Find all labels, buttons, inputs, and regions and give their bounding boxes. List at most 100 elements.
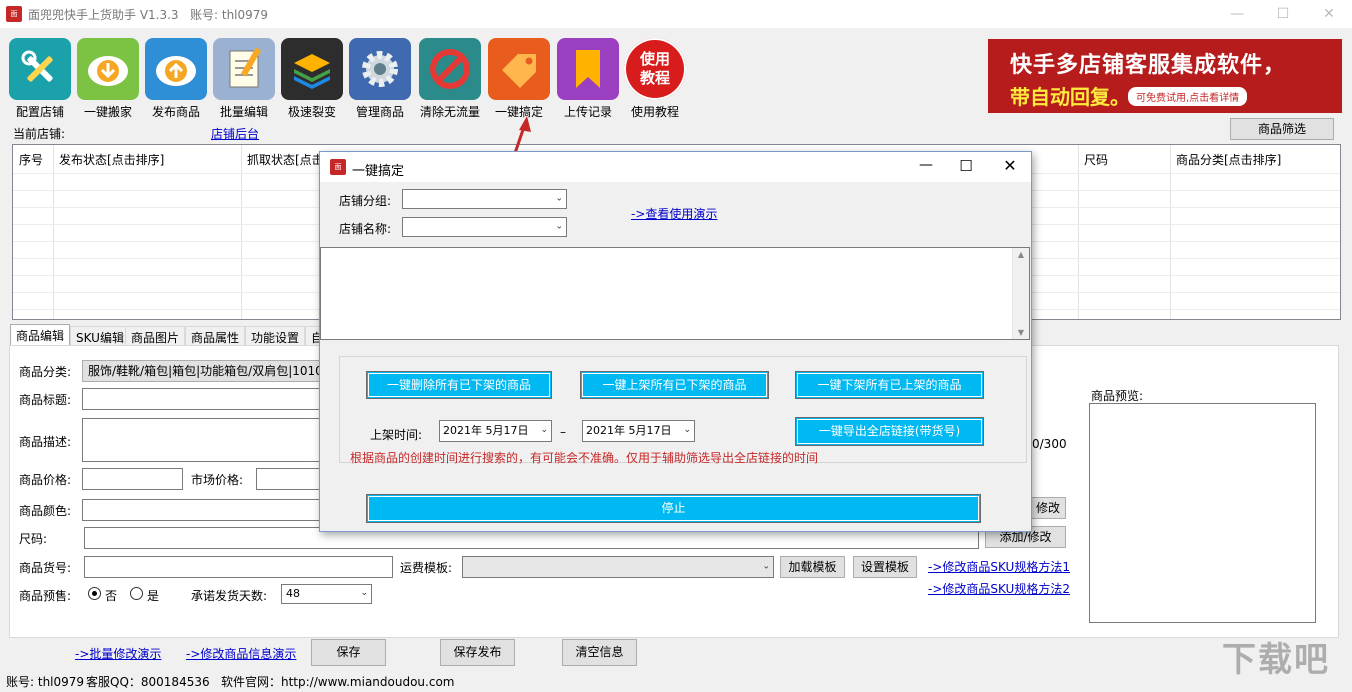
upload-icon — [145, 38, 207, 100]
toolbar-label: 发布商品 — [151, 105, 200, 119]
set-template-button[interactable]: 设置模板 — [853, 556, 917, 578]
date-to-picker[interactable]: 2021年 5月17日 ⌄ — [582, 420, 695, 442]
sku-method-link-2[interactable]: ->修改商品SKU规格方法2 — [928, 580, 1070, 597]
category-select-button[interactable]: 服饰/鞋靴/箱包|箱包|功能箱包/双肩包|1010 — [82, 360, 320, 382]
toolbar-label: 一键搬家 — [83, 105, 132, 119]
title-label: 商品标题: — [19, 393, 72, 407]
banner-line2: 带自动回复。 — [1010, 85, 1130, 109]
maximize-button[interactable]: ☐ — [1272, 4, 1294, 24]
bookmark-icon — [557, 38, 619, 100]
usage-demo-link[interactable]: ->查看使用演示 — [631, 205, 717, 222]
dialog-app-icon: 面 — [330, 159, 346, 175]
minimize-button[interactable]: — — [1226, 4, 1248, 24]
tab-product-attributes[interactable]: 商品属性 — [185, 326, 246, 346]
close-button[interactable]: ✕ — [1318, 4, 1340, 24]
export-store-links-button[interactable]: 一键导出全店链接(带货号) — [795, 417, 984, 446]
tab-sku-edit[interactable]: SKU编辑 — [70, 326, 130, 346]
watermark-logo: 下载吧 — [1222, 640, 1330, 680]
quick-action-dialog: 面 一键搞定 — ☐ ✕ 店铺分组: ⌄ 店铺名称: ⌄ ->查看使用演示 ▲ … — [319, 151, 1032, 532]
toolbar-label: 清除无流量 — [419, 105, 480, 119]
list-delisted-button[interactable]: 一键上架所有已下架的商品 — [580, 371, 769, 399]
toolbar-button-upload[interactable]: 发布商品 — [144, 38, 208, 120]
freight-template-select[interactable]: ⌄ — [462, 556, 774, 578]
toolbar-button-bookmark[interactable]: 上传记录 — [556, 38, 620, 120]
save-button[interactable]: 保存 — [311, 639, 386, 666]
color-input[interactable] — [82, 499, 320, 521]
layers-icon — [281, 38, 343, 100]
desc-textarea[interactable] — [82, 418, 320, 462]
tab-product-edit[interactable]: 商品编辑 — [10, 324, 71, 346]
presale-no-radio[interactable] — [88, 587, 101, 600]
tutorial-badge-text: 使用 教程 — [639, 50, 670, 87]
sku-no-label: 商品货号: — [19, 561, 72, 575]
load-template-button[interactable]: 加载模板 — [780, 556, 845, 578]
dialog-title-bar: 面 一键搞定 — ☐ ✕ — [320, 152, 1031, 182]
tab-product-images[interactable]: 商品图片 — [125, 326, 186, 346]
store-group-select[interactable]: ⌄ — [402, 189, 567, 209]
date-range-separator: – — [560, 425, 566, 439]
store-name-select[interactable]: ⌄ — [402, 217, 567, 237]
store-backend-link[interactable]: 店铺后台 — [211, 125, 259, 142]
clear-info-button[interactable]: 清空信息 — [562, 639, 637, 666]
toolbar-button-tools[interactable]: 配置店铺 — [8, 38, 72, 120]
title-input[interactable] — [82, 388, 320, 410]
ship-days-select[interactable]: 48 ⌄ — [281, 584, 372, 604]
toolbar-button-notepad[interactable]: 批量编辑 — [212, 38, 276, 120]
sku-method-link-1[interactable]: ->修改商品SKU规格方法1 — [928, 558, 1070, 575]
ship-days-value: 48 — [286, 587, 300, 600]
col-header-publish-status[interactable]: 发布状态[点击排序] — [59, 151, 164, 168]
tab-function-settings[interactable]: 功能设置 — [245, 326, 306, 346]
dialog-close-button[interactable]: ✕ — [998, 156, 1022, 176]
status-account: 账号: thl0979 — [6, 675, 85, 689]
stop-button[interactable]: 停止 — [366, 494, 981, 523]
dialog-title: 一键搞定 — [352, 164, 405, 179]
price-label: 商品价格: — [19, 473, 72, 487]
app-title: 面兜兜快手上货助手 V1.3.3 — [28, 8, 179, 22]
presale-yes-radio[interactable] — [130, 587, 143, 600]
preview-box — [1089, 403, 1316, 623]
dialog-maximize-button[interactable]: ☐ — [954, 157, 978, 177]
status-website: 软件官网：http://www.miandoudou.com — [221, 675, 455, 689]
date-to-value: 2021年 5月17日 — [586, 424, 672, 437]
toolbar-label: 使用教程 — [630, 105, 679, 119]
title-account: 账号: thl0979 — [190, 8, 269, 22]
status-bar: 账号: thl0979 客服QQ：800184536 软件官网：http://w… — [0, 668, 1352, 692]
edit-info-demo-link[interactable]: ->修改商品信息演示 — [186, 645, 296, 662]
col-header-index[interactable]: 序号 — [19, 151, 43, 168]
status-qq: 客服QQ：800184536 — [86, 675, 210, 689]
col-header-fetch-status[interactable]: 抓取状态[点击 — [247, 151, 324, 168]
date-warning-text: 根据商品的创建时间进行搜索的，有可能会不准确。仅用于辅助筛选导出全店链接的时间 — [350, 451, 819, 465]
batch-edit-demo-link[interactable]: ->批量修改演示 — [75, 645, 161, 662]
price-input[interactable] — [82, 468, 183, 490]
toolbar-button-tag[interactable]: 一键搞定 — [487, 38, 551, 120]
ship-days-label: 承诺发货天数: — [191, 589, 268, 603]
sku-no-input[interactable] — [84, 556, 393, 578]
delete-delisted-button[interactable]: 一键删除所有已下架的商品 — [366, 371, 552, 399]
col-header-size[interactable]: 尺码 — [1084, 151, 1108, 168]
toolbar-button-tutorial[interactable]: 使用 教程 使用教程 — [623, 38, 687, 120]
listing-time-label: 上架时间: — [370, 428, 423, 442]
toolbar-label: 极速裂变 — [287, 105, 336, 119]
save-publish-button[interactable]: 保存发布 — [440, 639, 515, 666]
toolbar-label: 上传记录 — [563, 105, 612, 119]
market-price-input[interactable] — [256, 468, 320, 490]
window-title: 面兜兜快手上货助手 V1.3.3 账号: thl0979 — [28, 6, 268, 23]
color-label: 商品颜色: — [19, 504, 72, 518]
log-scrollbar[interactable]: ▲ ▼ — [1012, 248, 1029, 339]
date-from-picker[interactable]: 2021年 5月17日 ⌄ — [439, 420, 552, 442]
toolbar-button-gear[interactable]: 管理商品 — [348, 38, 412, 120]
toolbar-button-layers[interactable]: 极速裂变 — [280, 38, 344, 120]
log-textarea[interactable]: ▲ ▼ — [320, 247, 1030, 340]
title-bar: 面 面兜兜快手上货助手 V1.3.3 账号: thl0979 — ☐ ✕ — [0, 0, 1352, 28]
presale-no-label: 否 — [105, 589, 118, 603]
app-icon: 面 — [6, 6, 22, 22]
tutorial-badge-icon: 使用 教程 — [624, 38, 686, 100]
col-header-category[interactable]: 商品分类[点击排序] — [1176, 151, 1281, 168]
toolbar-label: 配置店铺 — [15, 105, 64, 119]
delist-listed-button[interactable]: 一键下架所有已上架的商品 — [795, 371, 984, 399]
toolbar-button-forbidden[interactable]: 清除无流量 — [418, 38, 482, 120]
product-filter-button[interactable]: 商品筛选 — [1230, 118, 1334, 140]
ad-banner[interactable]: 快手多店铺客服集成软件， 带自动回复。 可免费试用,点击看详情 — [988, 39, 1342, 113]
toolbar-button-download[interactable]: 一键搬家 — [76, 38, 140, 120]
dialog-minimize-button[interactable]: — — [914, 157, 938, 177]
